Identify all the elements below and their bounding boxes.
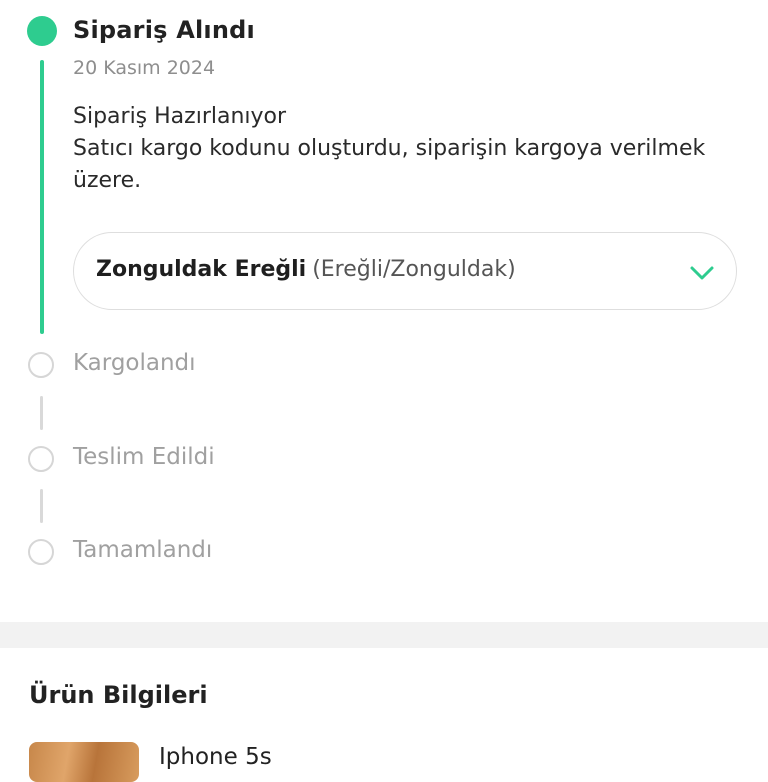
active-step-dot-icon [27,16,57,46]
location-text: Zonguldak Ereğli (Ereğli/Zonguldak) [96,257,516,282]
location-detail: (Ereğli/Zonguldak) [312,257,516,282]
product-info-title: Ürün Bilgileri [29,681,208,709]
order-status-timeline: Sipariş Alındı 20 Kasım 2024 Sipariş Haz… [0,0,768,620]
step-shipped: Kargolandı [73,350,196,376]
section-divider [0,622,768,648]
product-thumbnail[interactable] [29,742,139,782]
pending-step-dot-icon [28,446,54,472]
location-dropdown[interactable]: Zonguldak Ereğli (Ereğli/Zonguldak) [73,232,737,310]
location-city: Zonguldak Ereğli [96,257,307,282]
step-title-order-received: Sipariş Alındı [73,16,255,44]
step-completed: Tamamlandı [73,537,213,563]
pending-step-dot-icon [28,539,54,565]
step-delivered: Teslim Edildi [73,444,215,470]
pending-connector-line [40,489,43,523]
status-detail: Satıcı kargo kodunu oluşturdu, siparişin… [73,136,706,193]
chevron-down-icon[interactable] [688,259,716,287]
step-description: Sipariş Hazırlanıyor Satıcı kargo kodunu… [73,101,713,197]
pending-connector-line [40,396,43,430]
product-name[interactable]: Iphone 5s [159,744,272,770]
status-title: Sipariş Hazırlanıyor [73,104,287,129]
pending-step-dot-icon [28,352,54,378]
step-date: 20 Kasım 2024 [73,57,216,79]
active-progress-line [40,60,44,334]
